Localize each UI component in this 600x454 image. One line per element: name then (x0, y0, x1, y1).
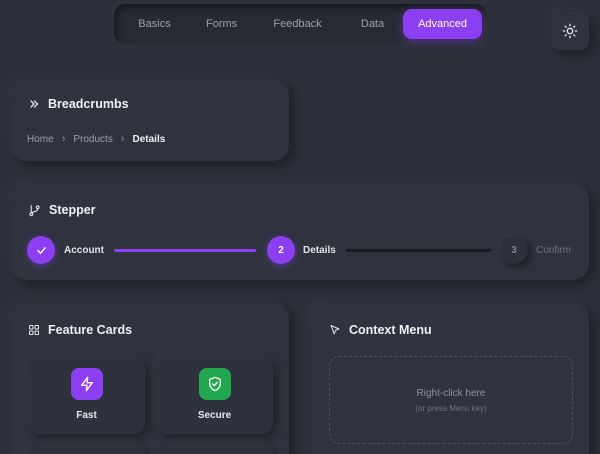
feature-icon-badge (199, 368, 231, 400)
step-1-label: Account (64, 245, 104, 256)
breadcrumb-products-link[interactable]: Products (73, 134, 112, 145)
step-3-number: 3 (511, 244, 517, 256)
feature-icon-badge (71, 368, 103, 400)
feature-cards-title: Feature Cards (48, 323, 133, 337)
tab-basics[interactable]: Basics (119, 9, 190, 39)
breadcrumbs-card: Breadcrumbs Home › Products › Details (11, 80, 289, 161)
breadcrumb-home-link[interactable]: Home (27, 134, 54, 145)
step-3-circle[interactable]: 3 (500, 236, 528, 264)
context-menu-target-area[interactable]: Right-click here (or press Menu key) (329, 356, 573, 444)
step-connector-1 (114, 249, 256, 252)
step-2-circle[interactable]: 2 (267, 236, 295, 264)
tab-data[interactable]: Data (342, 9, 403, 39)
feature-tile-fast[interactable]: Fast (28, 356, 145, 434)
sun-icon (562, 23, 578, 39)
chevron-right-icon: › (61, 133, 66, 145)
context-menu-sub-hint: (or press Menu key) (415, 404, 487, 413)
context-menu-hint: Right-click here (416, 388, 486, 399)
step-2-label: Details (303, 245, 336, 256)
feature-tile[interactable] (156, 444, 273, 454)
feature-cards-card-title: Feature Cards (28, 323, 132, 337)
breadcrumbs-card-title: Breadcrumbs (28, 97, 129, 111)
top-nav: Basics Forms Feedback Data Advanced (114, 4, 487, 44)
feature-tile-label: Fast (76, 410, 97, 421)
grid-icon (29, 325, 39, 335)
stepper-card-title: Stepper (28, 203, 96, 217)
context-menu-title: Context Menu (349, 323, 432, 337)
context-menu-card-title: Context Menu (329, 323, 432, 337)
step-connector-2 (346, 249, 491, 252)
tab-advanced[interactable]: Advanced (403, 9, 482, 39)
context-menu-card: Context Menu Right-click here (or press … (312, 303, 589, 454)
feature-tile-label: Secure (197, 410, 232, 421)
step-2-number: 2 (278, 244, 284, 256)
breadcrumb: Home › Products › Details (27, 133, 165, 145)
breadcrumb-current: Details (132, 133, 166, 145)
lightning-icon (81, 376, 93, 392)
cursor-icon (330, 325, 340, 335)
feature-tile-secure[interactable]: Secure (156, 356, 273, 434)
stepper-title: Stepper (49, 203, 96, 217)
shield-check-icon (209, 376, 221, 392)
check-icon (36, 246, 46, 254)
git-branch-icon (29, 204, 40, 216)
step-1-circle[interactable] (27, 236, 55, 264)
double-chevron-right-icon (30, 100, 39, 108)
tab-feedback[interactable]: Feedback (253, 9, 342, 39)
tab-forms[interactable]: Forms (190, 9, 253, 39)
feature-cards-card: Feature Cards Fast Secure (11, 303, 289, 454)
breadcrumbs-title: Breadcrumbs (48, 97, 129, 111)
stepper-card: Stepper Account 2 Details 3 Confirm (11, 184, 589, 280)
step-3-label: Confirm (536, 245, 572, 256)
feature-tile[interactable] (28, 444, 145, 454)
theme-toggle-button[interactable] (551, 12, 589, 50)
chevron-right-icon: › (120, 133, 125, 145)
